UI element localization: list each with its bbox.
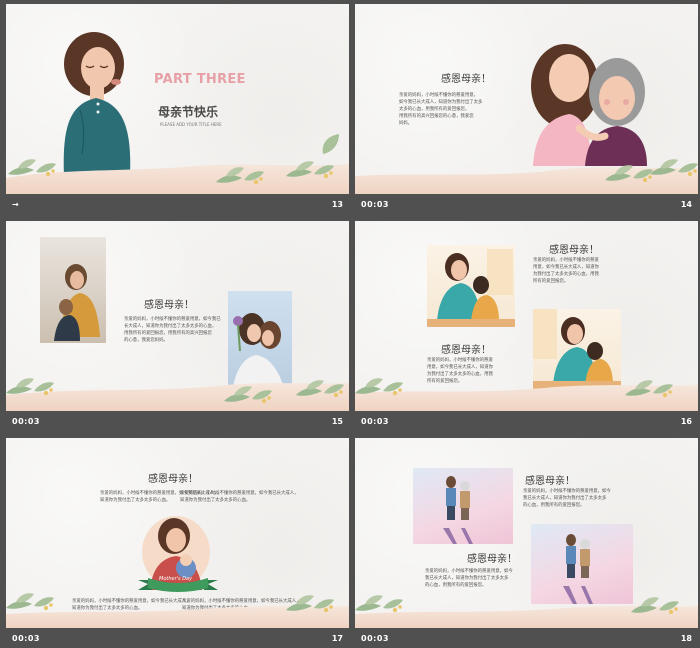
transition-time: 00:03 — [361, 417, 389, 426]
section-tagline: PLEASE ADD YOUR TITLE HERE — [160, 122, 222, 127]
mother-daughter-illustration — [531, 44, 647, 166]
slide-thumbnail-14[interactable]: 感恩母亲！ 亲爱的妈妈，小时候不懂你的慈爱用意， 如今我已长大成人，知道你为我付出… — [355, 4, 698, 214]
slide-number: 17 — [331, 634, 343, 643]
slide-thumbnail-17[interactable]: 感恩母亲！ 亲爱的妈妈，小时候不懂你的慈爱用意，如今我已长大成人， 知道你为我付出… — [6, 438, 349, 648]
slide-heading-1: 感恩母亲！ — [549, 245, 599, 256]
transition-time: 00:03 — [361, 200, 389, 209]
slide-thumbnail-18[interactable]: 感恩母亲！ 亲爱的妈妈，小时候不懂你的慈爱用意，如今 我已长大成人，知道你为我付出… — [355, 438, 698, 648]
walking-together-illustration-1 — [413, 468, 513, 544]
slide-caption: 00:03 17 — [6, 628, 349, 648]
slide-caption: 00:03 15 — [6, 411, 349, 431]
leaf-decoration — [322, 134, 339, 154]
slide-heading: 感恩母亲！ — [144, 300, 194, 311]
woman-illustration — [63, 32, 131, 176]
section-subtitle: 母亲节快乐 — [158, 105, 219, 119]
slide-heading: 感恩母亲！ — [441, 74, 491, 85]
mother-child-photo — [40, 237, 106, 343]
transition-time: 00:03 — [12, 634, 40, 643]
body-text: 亲爱的妈妈，小时候不懂你的慈爱用意，如今我已长大成人，知道你为我付出了太多太多的… — [124, 317, 221, 343]
slide-heading: 感恩母亲！ — [148, 474, 198, 485]
slide-caption: 00:03 16 — [355, 411, 698, 431]
slide-canvas: 感恩母亲！ 亲爱的妈妈，小时候不懂你的慈爱用意，如今我已长大成人，知道你为我付出… — [355, 221, 698, 411]
slide-number: 14 — [680, 200, 692, 209]
slide-caption: 00:03 18 — [355, 628, 698, 648]
ground-decoration — [6, 159, 349, 194]
body-text-1: 亲爱的妈妈，小时候不懂你的慈爱用意，如今我已长大成人，知道你为我付出了太多太多的… — [533, 258, 599, 284]
slide-caption: 00:03 14 — [355, 194, 698, 214]
slide-caption: → 13 — [6, 194, 349, 214]
slide-heading-2: 感恩母亲！ — [467, 554, 517, 565]
transition-time: 00:03 — [361, 634, 389, 643]
slide-number: 16 — [680, 417, 692, 426]
mother-hug-illustration-1 — [427, 245, 515, 327]
transition-star-icon: → — [12, 200, 20, 209]
body-text-right: 亲爱的妈妈，小时候不懂你的慈爱用意，如今我已长大成人， 知道你为我付出了太多太多的… — [180, 491, 299, 503]
ground-decoration — [6, 593, 349, 628]
slide-canvas: 感恩母亲！ 亲爱的妈妈，小时候不懂你的慈爱用意，如今我已长大成人，知道你为我付出… — [6, 221, 349, 411]
slide-thumbnail-16[interactable]: 感恩母亲！ 亲爱的妈妈，小时候不懂你的慈爱 用意，如今我已长大成人，知道你 为我付出… — [355, 221, 698, 431]
slide-canvas: 感恩母亲！ 亲爱的妈妈，小时候不懂你的慈爱用意，如今我已长大成人，知道你为我付出… — [355, 4, 698, 194]
slide-thumbnail-13[interactable]: PART THREE 母亲节快乐 PLEASE ADD YOUR TITLE H… — [6, 4, 349, 214]
ground-decoration — [355, 159, 698, 194]
slide-heading-2: 感恩母亲！ — [441, 345, 491, 356]
part-title: PART THREE — [154, 72, 246, 87]
slide-number: 13 — [331, 200, 343, 209]
ground-decoration — [355, 595, 698, 628]
slide-number: 15 — [331, 417, 343, 426]
body-text: 亲爱的妈妈，小时候不懂你的慈爱用意，如今我已长大成人，知道你为我付出了太多太多的… — [399, 93, 483, 126]
slide-heading-1: 感恩母亲！ — [525, 476, 575, 487]
body-text-2: 亲爱的妈妈，小时候不懂你的慈爱用意，如今我已长大成人，知道你为我付出了太多太多的… — [425, 569, 513, 588]
banner-text: Mother's Day — [159, 576, 193, 582]
transition-time: 00:03 — [12, 417, 40, 426]
ground-decoration — [6, 378, 349, 411]
slide-number: 18 — [680, 634, 692, 643]
body-text-1: 亲爱的妈妈，小时候不懂你的慈爱用意，如今我已长大成人，知道你为我付出了太多太多的… — [523, 489, 611, 508]
slide-canvas: PART THREE 母亲节快乐 PLEASE ADD YOUR TITLE H… — [6, 4, 349, 194]
slide-canvas: 感恩母亲！ 亲爱的妈妈，小时候不懂你的慈爱用意，如今我已长大成人，知道你为我付出… — [6, 438, 349, 628]
slide-thumbnail-15[interactable]: 感恩母亲！ 亲爱的妈妈，小时候不懂你的慈爱用意，如今我已 长大成人，知道你为我付出… — [6, 221, 349, 431]
slide-canvas: 感恩母亲！ 亲爱的妈妈，小时候不懂你的慈爱用意，如今我已长大成人，知道你为我付出… — [355, 438, 698, 628]
ground-decoration — [355, 378, 698, 411]
